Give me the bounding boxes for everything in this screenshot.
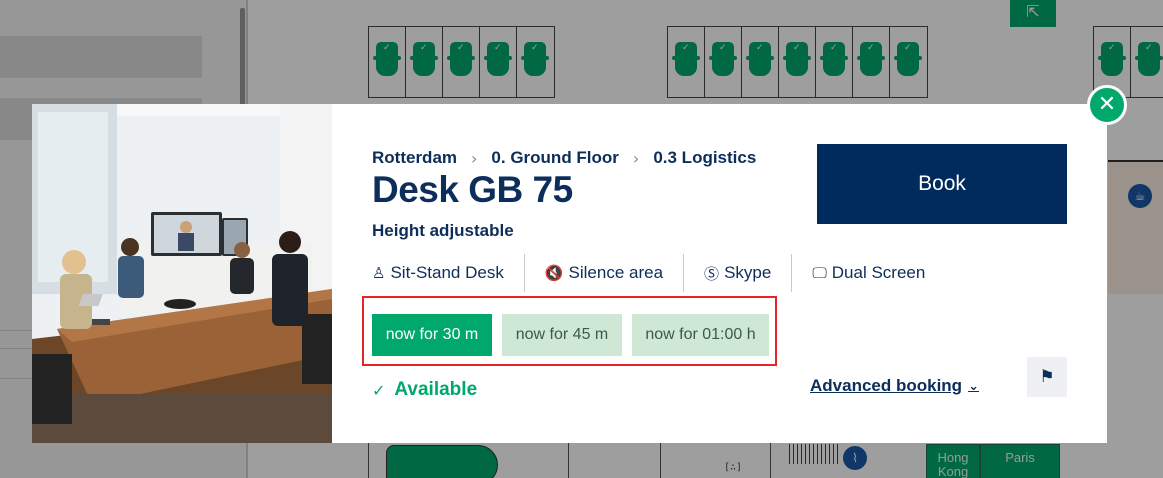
feature-list: ♙ Sit-Stand Desk 🔇 Silence area Ⓢ Skype … (372, 254, 945, 292)
quick-book-1h-button[interactable]: now for 01:00 h (632, 314, 769, 356)
chevron-right-icon: › (632, 148, 640, 168)
feature-sit-stand-desk: ♙ Sit-Stand Desk (372, 254, 525, 292)
feature-label: Skype (724, 263, 772, 282)
desk-title: Desk GB 75 (372, 169, 573, 210)
skype-icon: Ⓢ (704, 264, 720, 283)
quick-book-30m-button[interactable]: now for 30 m (372, 314, 492, 356)
desk-booking-modal: Rotterdam › 0. Ground Floor › 0.3 Logist… (32, 104, 1107, 443)
feature-dual-screen: 🖵 Dual Screen (792, 254, 945, 292)
close-icon[interactable]: ✕ (1087, 85, 1127, 125)
breadcrumb: Rotterdam › 0. Ground Floor › 0.3 Logist… (372, 148, 756, 168)
feature-silence-area: 🔇 Silence area (525, 254, 685, 292)
chevron-down-icon: ⌄ (968, 378, 979, 394)
feature-label: Dual Screen (831, 263, 926, 282)
chevron-right-icon: › (471, 148, 478, 168)
person-standing-icon: ♙ (372, 264, 386, 282)
breadcrumb-floor[interactable]: 0. Ground Floor (491, 148, 619, 168)
meeting-room-photo (32, 104, 332, 443)
breadcrumb-area[interactable]: 0.3 Logistics (653, 148, 756, 168)
feature-label: Sit-Stand Desk (390, 263, 504, 282)
muted-speaker-icon: 🔇 (544, 264, 564, 282)
feature-skype: Ⓢ Skype (684, 254, 793, 292)
advanced-booking-label: Advanced booking (810, 376, 963, 395)
feature-label: Silence area (568, 263, 664, 282)
quick-book-45m-button[interactable]: now for 45 m (502, 314, 622, 356)
desk-subtitle: Height adjustable (372, 221, 514, 240)
breadcrumb-building[interactable]: Rotterdam (372, 148, 457, 168)
book-button[interactable]: Book (817, 144, 1067, 224)
status-label: Available (394, 379, 478, 400)
monitor-icon: 🖵 (812, 264, 827, 282)
check-icon: ✓ (372, 380, 386, 400)
advanced-booking-link[interactable]: Advanced booking ⌄ (810, 376, 979, 396)
flag-icon[interactable]: ⚑ (1027, 357, 1067, 397)
availability-status: ✓ Available (372, 379, 477, 401)
